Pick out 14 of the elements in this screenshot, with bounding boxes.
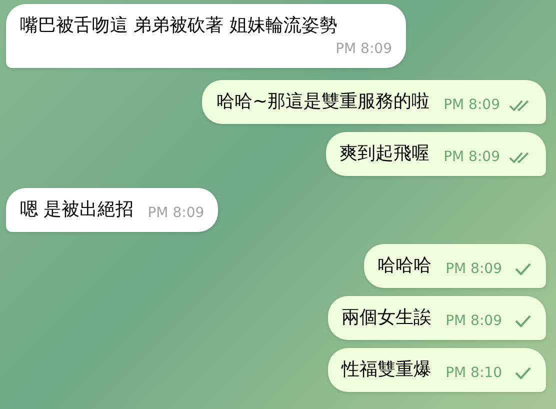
message-time: PM 8:10 [446, 364, 502, 383]
message-time: PM 8:09 [446, 312, 502, 331]
message-text: 哈哈~那這是雙重服務的啦 [216, 90, 430, 114]
message-time: PM 8:09 [148, 204, 204, 223]
message-time: PM 8:09 [336, 40, 392, 59]
message-text: 爽到起飛喔 [340, 142, 430, 166]
message-text: 嗯 是被出絕招 [20, 198, 134, 222]
message-text: 哈哈哈 [378, 254, 432, 278]
message-time: PM 8:09 [446, 260, 502, 279]
message-text: 嘴巴被舌吻這 弟弟被砍著 姐妹輪流姿勢 [20, 14, 338, 38]
message-time: PM 8:09 [444, 96, 500, 115]
message-text: 兩個女生誒 [342, 306, 432, 330]
message-text: 性福雙重爆 [342, 358, 432, 382]
message-time: PM 8:09 [444, 148, 500, 167]
